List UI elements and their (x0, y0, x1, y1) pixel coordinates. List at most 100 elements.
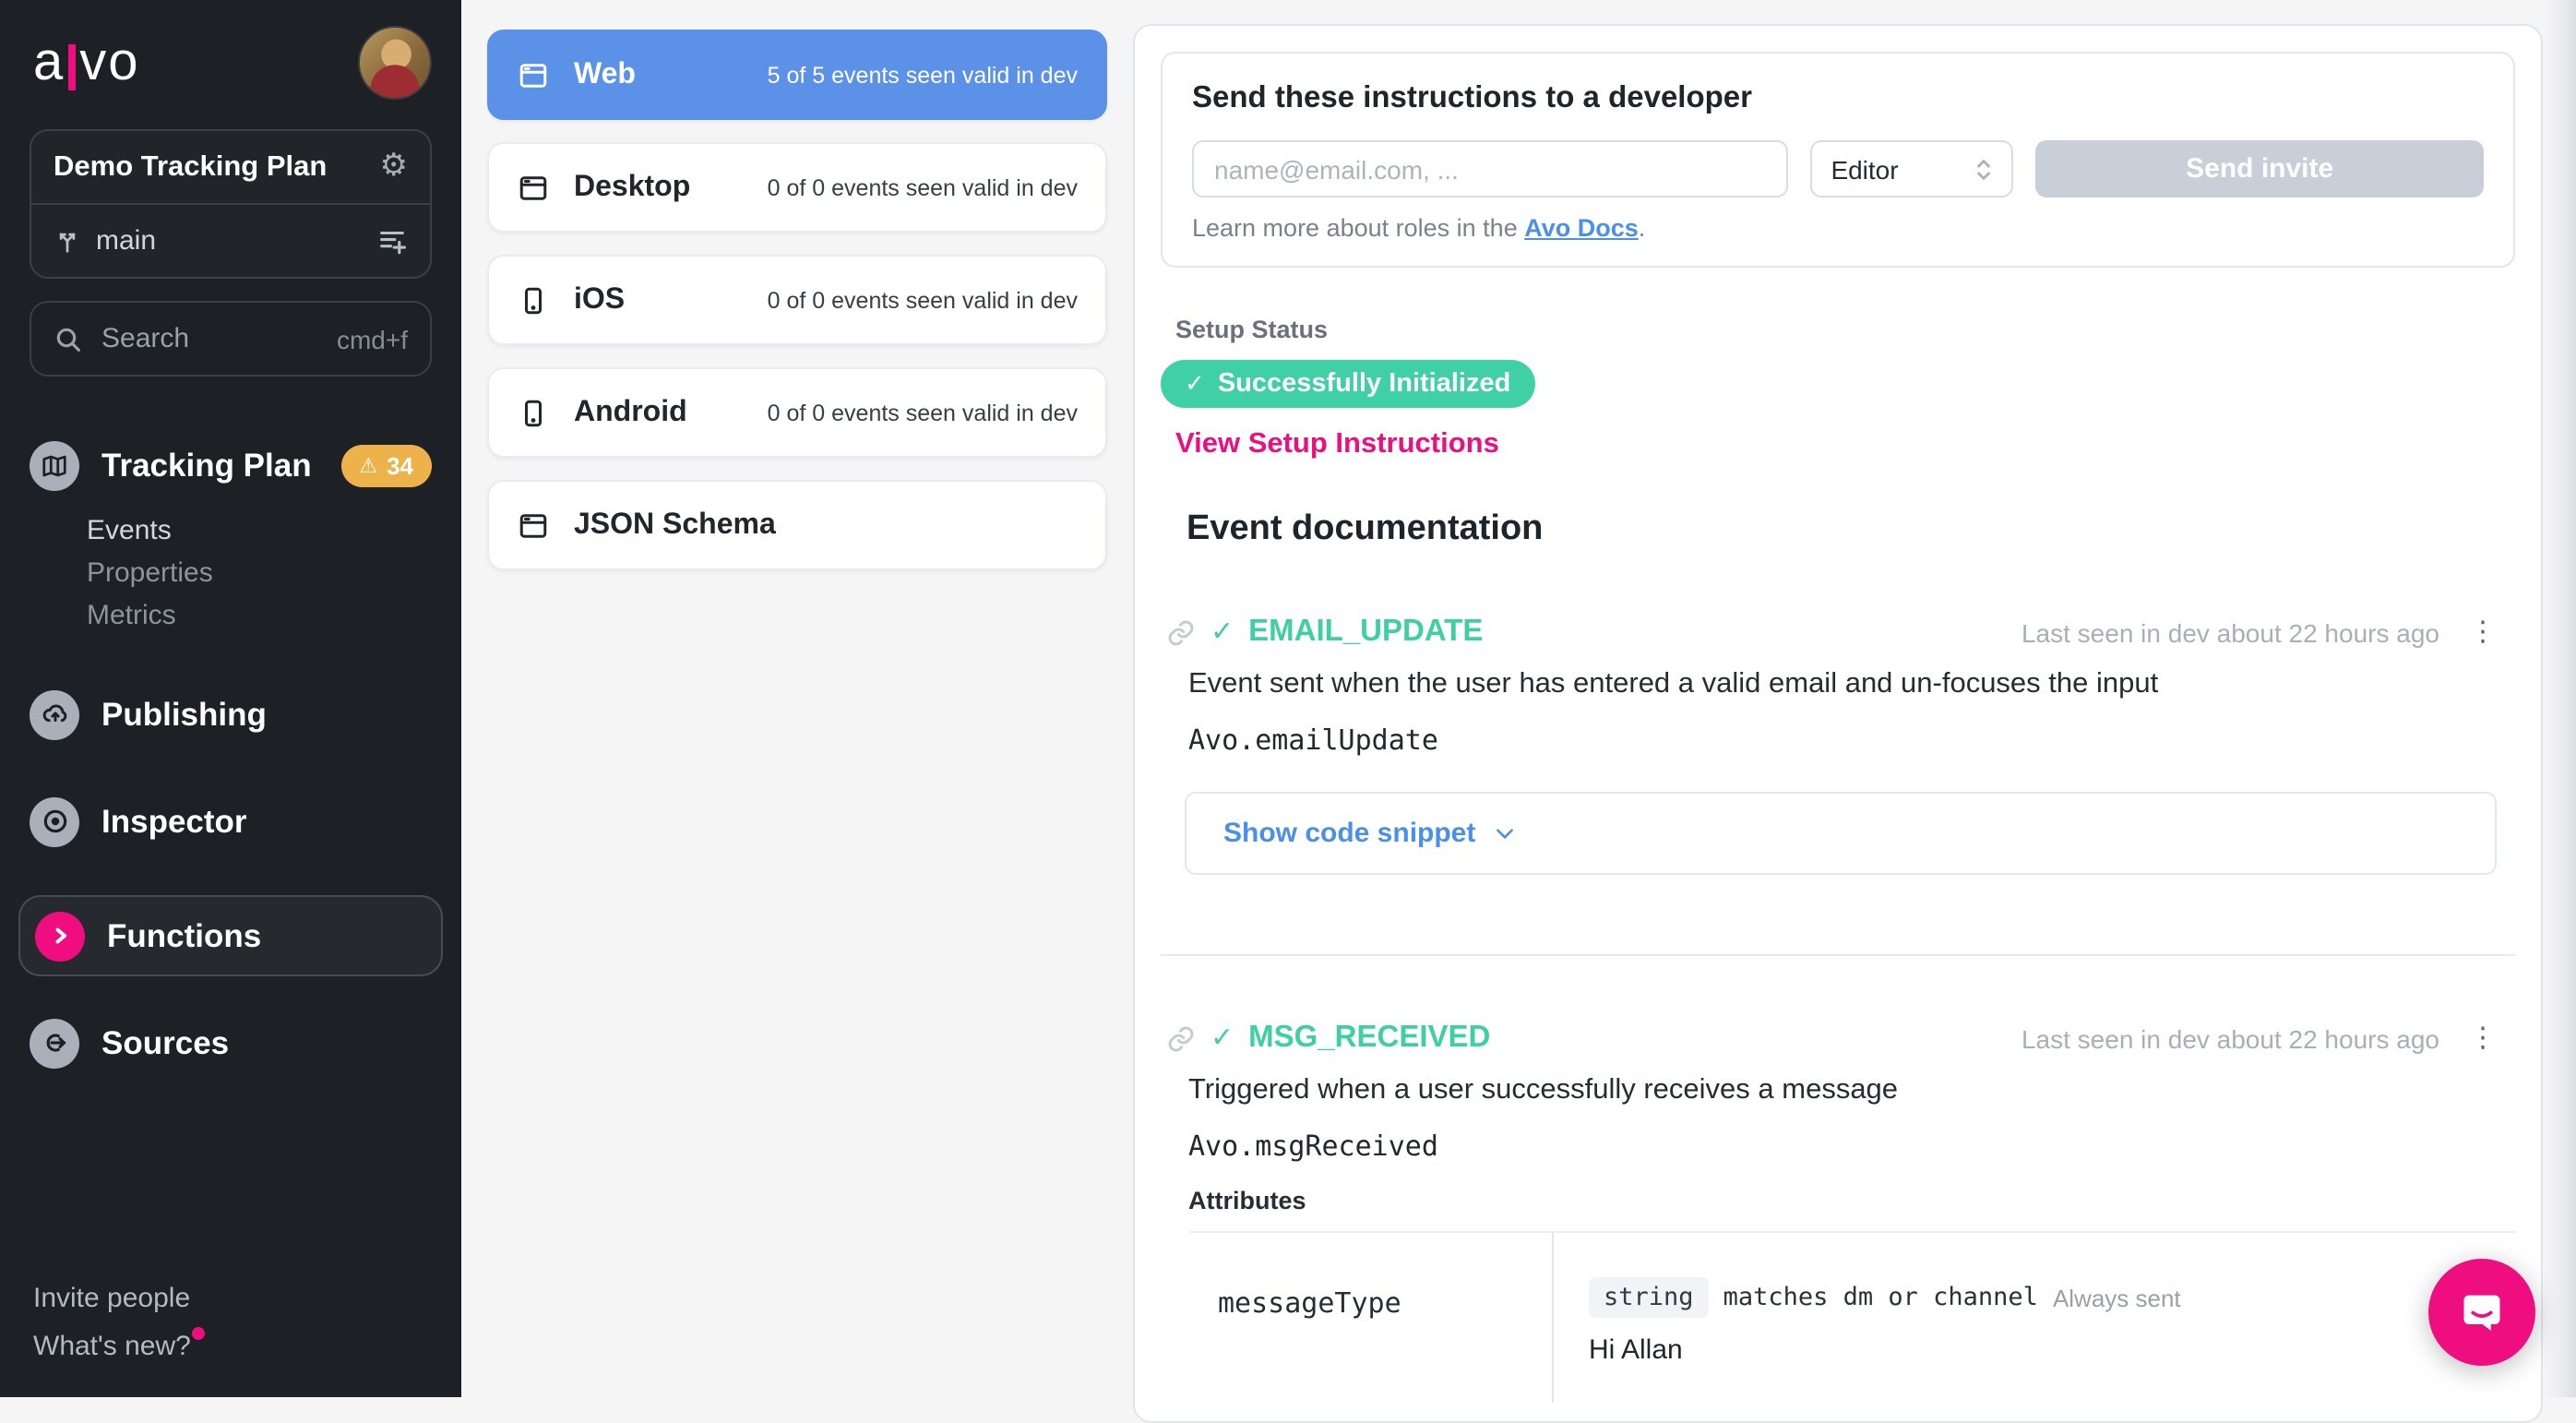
sidebar-footer: Invite people What's new? (33, 1275, 206, 1371)
select-chevrons-icon (1974, 156, 1993, 182)
sidebar-item-events[interactable]: Events (87, 509, 461, 552)
role-select-value: Editor (1831, 154, 1974, 184)
source-card-desktop[interactable]: Desktop 0 of 0 events seen valid in dev (487, 142, 1107, 233)
settings-gear-icon[interactable]: ⚙ (380, 151, 409, 183)
attribute-example-value: Hi Allan (1589, 1334, 2515, 1366)
publishing-cloud-icon (30, 689, 79, 739)
publishing-label: Publishing (101, 695, 432, 734)
source-details-panel: Send these instructions to a developer E… (1133, 24, 2543, 1423)
event-code-name: Avo.emailUpdate (1188, 723, 2515, 757)
browser-icon (517, 508, 550, 542)
setup-status-text: Successfully Initialized (1218, 369, 1511, 399)
source-name: Android (574, 396, 687, 429)
user-avatar[interactable] (358, 26, 432, 100)
right-edge-gradient (2545, 0, 2576, 1397)
source-card-json-schema[interactable]: JSON Schema (487, 480, 1107, 570)
sidebar-item-inspector[interactable]: Inspector (0, 781, 461, 862)
setup-status-badge: ✓ Successfully Initialized (1161, 360, 1534, 408)
event-last-seen: Last seen in dev about 22 hours ago (2021, 1023, 2439, 1053)
attribute-name: messageType (1218, 1286, 1401, 1320)
intercom-chat-button[interactable] (2428, 1259, 2535, 1366)
attribute-presence: Always sent (2053, 1284, 2181, 1311)
invite-people-link[interactable]: Invite people (33, 1275, 206, 1323)
source-name: Desktop (574, 171, 690, 204)
sidebar-item-properties[interactable]: Properties (87, 552, 461, 594)
sidebar: a vo Demo Tracking Plan ⚙ main (0, 0, 461, 1397)
section-divider (1161, 954, 2515, 956)
link-icon[interactable] (1166, 1023, 1196, 1053)
role-select[interactable]: Editor (1810, 140, 2013, 197)
send-invite-button[interactable]: Send invite (2035, 140, 2484, 197)
learn-more-prefix: Learn more about roles in the (1192, 214, 1524, 242)
issues-count: 34 (387, 451, 413, 479)
create-branch-icon[interactable] (376, 225, 408, 257)
source-name: Web (574, 58, 636, 91)
source-card-ios[interactable]: iOS 0 of 0 events seen valid in dev (487, 255, 1107, 345)
attribute-type-badge: string (1589, 1277, 1709, 1318)
warning-icon: ⚠ (359, 455, 377, 475)
whats-new-link[interactable]: What's new? (33, 1323, 206, 1371)
invite-email-input[interactable] (1192, 140, 1788, 197)
inspector-lens-icon (30, 796, 79, 846)
event-name[interactable]: EMAIL_UPDATE (1248, 615, 1483, 650)
sidebar-item-publishing[interactable]: Publishing (0, 674, 461, 755)
branch-name: main (96, 225, 376, 257)
avo-docs-link[interactable]: Avo Docs (1524, 214, 1639, 242)
logo-letter-a: a (33, 36, 65, 90)
notification-dot-icon (193, 1327, 206, 1340)
invite-developer-box: Send these instructions to a developer E… (1161, 52, 2515, 268)
invite-box-title: Send these instructions to a developer (1192, 81, 2484, 116)
attribute-row: messageType string matches dm or channel… (1161, 1233, 2515, 1403)
search-icon (54, 324, 83, 353)
event-header-email-update: ✓ EMAIL_UPDATE Last seen in dev about 22… (1161, 615, 2515, 650)
source-status: 0 of 0 events seen valid in dev (768, 174, 1078, 200)
chat-bubble-icon (2458, 1288, 2506, 1336)
learn-more-suffix: . (1639, 214, 1646, 242)
branch-row[interactable]: main (31, 203, 430, 277)
event-menu-icon[interactable]: ⋮ (2462, 615, 2504, 650)
source-status: 0 of 0 events seen valid in dev (768, 287, 1078, 313)
logo-letters-vo: vo (79, 36, 139, 90)
event-documentation-heading: Event documentation (1187, 509, 2515, 550)
event-valid-check-icon: ✓ (1210, 1024, 1234, 1052)
branch-icon (54, 227, 81, 255)
tracking-plan-subnav: Events Properties Metrics (0, 506, 461, 648)
link-icon[interactable] (1166, 617, 1196, 647)
source-name: iOS (574, 283, 625, 317)
functions-label: Functions (107, 916, 426, 955)
code-snippet-box: Show code snippet (1185, 792, 2497, 875)
show-code-snippet-label: Show code snippet (1223, 818, 1475, 849)
workspace-switcher: Demo Tracking Plan ⚙ main (30, 129, 432, 279)
workspace-row[interactable]: Demo Tracking Plan ⚙ (31, 131, 430, 203)
event-description: Event sent when the user has entered a v… (1188, 668, 2515, 701)
avo-logo[interactable]: a vo (33, 36, 140, 90)
event-valid-check-icon: ✓ (1210, 618, 1234, 646)
sidebar-item-tracking-plan[interactable]: Tracking Plan ⚠ 34 (0, 425, 461, 506)
map-icon (30, 440, 79, 490)
source-status: 5 of 5 events seen valid in dev (768, 62, 1078, 88)
browser-icon (517, 58, 550, 91)
source-status: 0 of 0 events seen valid in dev (768, 400, 1078, 425)
sources-link-icon (30, 1018, 79, 1068)
sidebar-item-sources[interactable]: Sources (0, 1002, 461, 1083)
sidebar-nav: Tracking Plan ⚠ 34 Events Properties Met… (0, 425, 461, 1083)
event-name[interactable]: MSG_RECEIVED (1248, 1021, 1490, 1056)
event-description: Triggered when a user successfully recei… (1188, 1074, 2515, 1107)
browser-icon (517, 171, 550, 204)
whats-new-label: What's new? (33, 1331, 191, 1362)
show-code-snippet-toggle[interactable]: Show code snippet (1223, 818, 1516, 849)
issues-badge[interactable]: ⚠ 34 (340, 444, 432, 486)
sources-label: Sources (101, 1023, 432, 1062)
source-card-android[interactable]: Android 0 of 0 events seen valid in dev (487, 367, 1107, 458)
sources-list: Web 5 of 5 events seen valid in dev Desk… (461, 0, 1133, 1397)
sidebar-item-metrics[interactable]: Metrics (87, 594, 461, 637)
search-input[interactable]: Search cmd+f (30, 301, 432, 377)
event-menu-icon[interactable]: ⋮ (2462, 1021, 2504, 1056)
functions-arrow-icon (35, 911, 85, 961)
view-setup-instructions-link[interactable]: View Setup Instructions (1175, 428, 2515, 461)
search-shortcut: cmd+f (337, 324, 408, 353)
source-card-web[interactable]: Web 5 of 5 events seen valid in dev (487, 30, 1107, 120)
check-icon: ✓ (1185, 372, 1205, 396)
sidebar-item-functions[interactable]: Functions (18, 895, 443, 976)
event-last-seen: Last seen in dev about 22 hours ago (2021, 617, 2439, 647)
